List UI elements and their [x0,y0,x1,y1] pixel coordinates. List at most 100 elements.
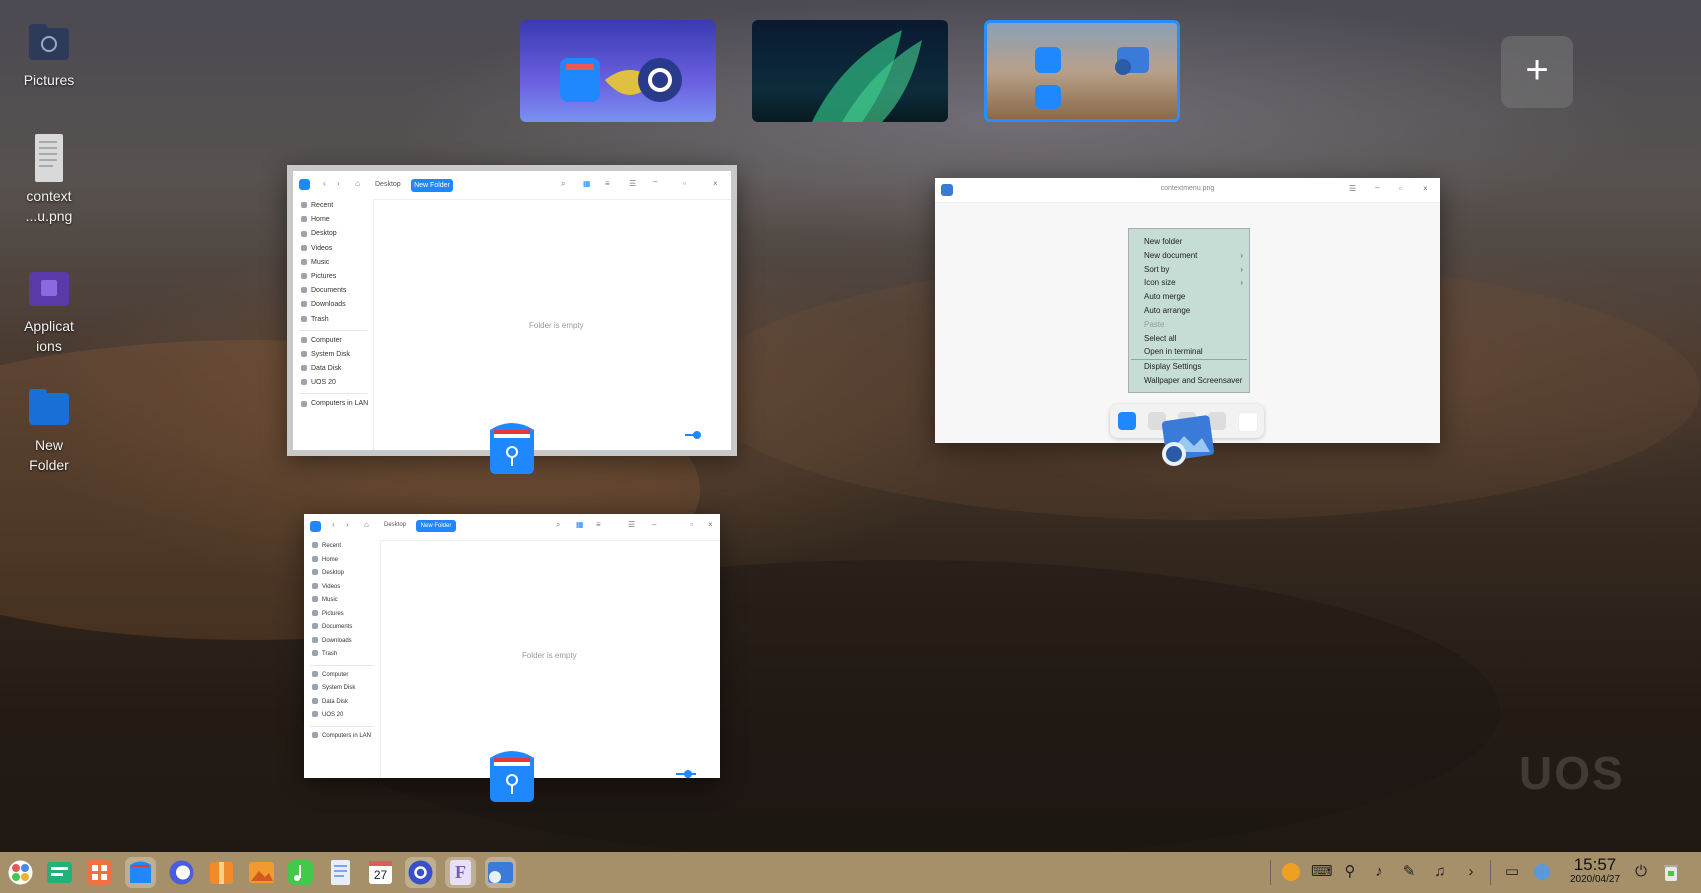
sidebar-item-trash[interactable]: Trash [293,313,373,327]
menu-icon[interactable]: ☰ [628,520,635,529]
sidebar-item-desktop[interactable]: Desktop [304,567,380,581]
list-view-icon[interactable]: ≡ [605,179,610,188]
sidebar-item-pictures[interactable]: Pictures [304,608,380,622]
sidebar-item-downloads[interactable]: Downloads [304,635,380,649]
sidebar: Recent Home Desktop Videos Music Picture… [304,540,381,778]
sidebar-item-pictures[interactable]: Pictures [293,270,373,284]
desktop: Pictures context ...u.png Applicat ions … [0,0,1701,893]
file-manager-icon [1118,412,1136,430]
forward-icon[interactable]: › [346,520,349,529]
power-icon[interactable]: ⏻ [1631,862,1651,882]
maximize-icon[interactable]: ▫ [1399,184,1402,193]
add-workspace-button[interactable]: + [1501,36,1573,108]
sidebar-item-computers-in-lan[interactable]: Computers in LAN [304,730,380,744]
list-view-icon[interactable]: ≡ [596,520,601,529]
back-icon[interactable]: ‹ [323,179,326,188]
sidebar-item-data-disk[interactable]: Data Disk [304,696,380,710]
new-folder-button[interactable]: New Folder [416,520,456,532]
sidebar-item-documents[interactable]: Documents [293,284,373,298]
sidebar-item-system-disk[interactable]: System Disk [304,682,380,696]
icon-view-icon[interactable]: ▦ [583,179,591,188]
sidebar-item-home[interactable]: Home [304,554,380,568]
onscreen-keyboard-icon[interactable]: ▭ [1502,862,1522,882]
home-icon[interactable]: ⌂ [364,520,369,529]
sidebar-item-computers-in-lan[interactable]: Computers in LAN [293,397,373,411]
icon-view-icon[interactable]: ▦ [576,520,584,529]
close-icon[interactable]: × [708,520,713,529]
sidebar-item-videos[interactable]: Videos [304,581,380,595]
close-icon[interactable]: × [1423,184,1428,193]
sidebar-item-uos20[interactable]: UOS 20 [293,376,373,390]
sidebar-item-videos[interactable]: Videos [293,242,373,256]
text-editor-icon[interactable] [325,857,356,888]
zoom-slider-knob[interactable] [684,770,692,778]
sidebar-item-data-disk[interactable]: Data Disk [293,362,373,376]
keyboard-icon[interactable]: ⌨ [1311,862,1333,882]
forward-icon[interactable]: › [337,179,340,188]
launcher-icon[interactable] [5,857,36,888]
desktop-icon-new-folder[interactable]: New Folder [10,385,88,475]
app-store-icon[interactable] [84,857,115,888]
back-icon[interactable]: ‹ [332,520,335,529]
sidebar-item-recent[interactable]: Recent [293,199,373,213]
sidebar-item-trash[interactable]: Trash [304,648,380,662]
chevron-right-icon[interactable]: › [1461,862,1481,882]
menu-item-new-document: New document › [1129,249,1249,263]
sidebar-item-computer[interactable]: Computer [304,669,380,683]
desktop-icon-applications[interactable]: Applicat ions [10,266,88,356]
photos-icon[interactable] [246,857,277,888]
home-icon[interactable]: ⌂ [355,179,360,188]
sidebar-item-music[interactable]: Music [304,594,380,608]
usb-icon[interactable]: ⚲ [1340,862,1360,882]
sidebar-item-computer[interactable]: Computer [293,334,373,348]
sidebar-item-recent[interactable]: Recent [304,540,380,554]
file-manager-window-preview[interactable]: ‹ › ⌂ Desktop New Folder ⌕ ▦ ≡ ☰ – ▫ × R… [287,165,737,456]
close-icon[interactable]: × [713,179,718,188]
font-manager-icon[interactable]: F [445,857,476,888]
network-icon[interactable] [1532,862,1552,882]
calendar-day: 27 [373,868,388,882]
maximize-icon[interactable]: ▫ [690,520,693,529]
sidebar-item-documents[interactable]: Documents [304,621,380,635]
search-icon[interactable]: ⌕ [561,179,565,189]
search-icon[interactable]: ⌕ [556,520,560,530]
titlebar: ‹ › ⌂ Desktop New Folder ⌕ ▦ ≡ ☰ – ▫ × [304,514,720,541]
workspace-thumbnail-3[interactable] [984,20,1180,122]
workspace-thumbnail-1[interactable] [520,20,716,122]
minimize-icon[interactable]: – [652,520,656,529]
clock[interactable]: 15:57 2020/04/27 [1560,855,1630,886]
browser-icon[interactable] [166,857,197,888]
calendar-icon[interactable]: 27 [365,857,396,888]
breadcrumb[interactable]: Desktop [384,522,406,528]
volume-icon[interactable]: ♪ [1369,862,1389,882]
pen-icon[interactable]: ✎ [1399,862,1419,882]
maximize-icon[interactable]: ▫ [683,179,686,188]
menu-icon[interactable]: ☰ [629,179,636,188]
sidebar-item-music[interactable]: Music [293,256,373,270]
file-manager-icon[interactable] [125,857,156,888]
workspace-thumbnail-2[interactable] [752,20,948,122]
archive-manager-icon[interactable] [206,857,237,888]
music-icon[interactable] [285,857,316,888]
sidebar-item-desktop[interactable]: Desktop [293,227,373,241]
menu-icon[interactable]: ☰ [1349,184,1356,193]
uos-watermark: UOS [1519,747,1625,799]
minimize-icon[interactable]: – [1375,183,1379,192]
sidebar-item-uos20[interactable]: UOS 20 [304,709,380,723]
input-method-icon[interactable] [1281,862,1301,882]
sidebar-item-downloads[interactable]: Downloads [293,298,373,312]
notification-bell-icon[interactable]: ♫ [1430,862,1450,882]
breadcrumb[interactable]: Desktop [375,181,401,188]
file-manager-window-preview[interactable]: ‹ › ⌂ Desktop New Folder ⌕ ▦ ≡ ☰ – ▫ × R… [304,514,720,778]
desktop-icon-pictures[interactable]: Pictures [10,20,88,90]
new-folder-button[interactable]: New Folder [411,179,453,192]
trash-icon[interactable] [1661,862,1681,882]
zoom-slider-knob[interactable] [693,431,701,439]
image-viewer-icon[interactable] [485,857,516,888]
multitask-view-icon[interactable] [44,857,75,888]
sidebar-item-system-disk[interactable]: System Disk [293,348,373,362]
desktop-icon-context-png[interactable]: context ...u.png [10,134,88,226]
minimize-icon[interactable]: – [653,177,657,186]
control-center-icon[interactable] [405,857,436,888]
sidebar-item-home[interactable]: Home [293,213,373,227]
